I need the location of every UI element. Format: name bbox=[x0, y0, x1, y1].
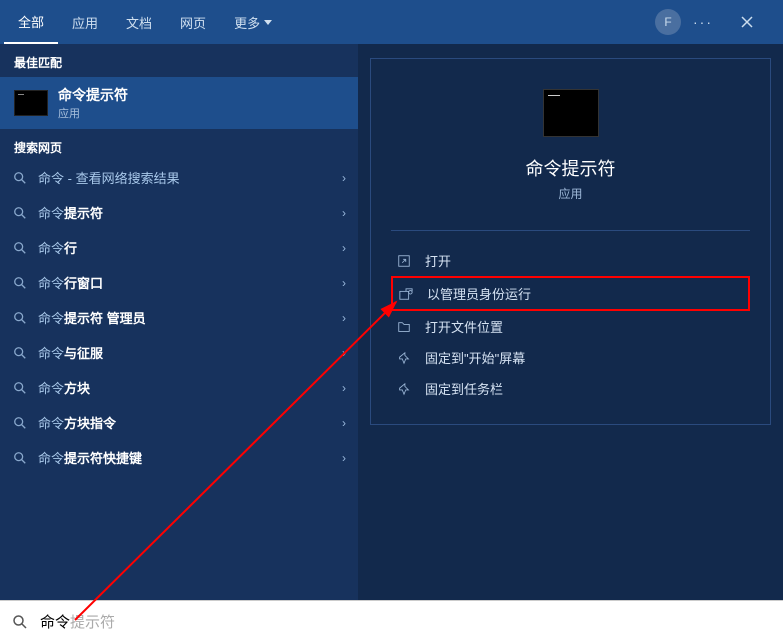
web-result-label: 命令提示符快捷键 bbox=[38, 448, 142, 467]
action-icon bbox=[397, 285, 415, 303]
tab-more[interactable]: 更多 bbox=[220, 0, 286, 44]
best-match-header: 最佳匹配 bbox=[0, 44, 358, 77]
chevron-right-icon: › bbox=[342, 276, 346, 290]
web-result-label: 命令方块指令 bbox=[38, 413, 116, 432]
cmd-icon bbox=[14, 90, 48, 116]
action-label: 以管理员身份运行 bbox=[427, 284, 531, 303]
detail-subtitle: 应用 bbox=[558, 185, 582, 202]
web-result-item[interactable]: 命令行窗口 › bbox=[0, 265, 358, 300]
tab-apps[interactable]: 应用 bbox=[58, 0, 112, 44]
tab-web[interactable]: 网页 bbox=[166, 0, 220, 44]
preview-cmd-icon bbox=[543, 89, 599, 137]
web-result-item[interactable]: 命令行 › bbox=[0, 230, 358, 265]
web-results-list: 命令 - 查看网络搜索结果 › 命令提示符 › 命令行 › 命令行窗口 › 命令提示符 管理员 ›… bbox=[0, 160, 358, 475]
chevron-right-icon: › bbox=[342, 416, 346, 430]
web-result-label: 命令与征服 bbox=[38, 343, 103, 362]
action-pin-to-taskbar[interactable]: 固定到任务栏 bbox=[391, 373, 750, 404]
actions-list: 打开以管理员身份运行打开文件位置固定到"开始"屏幕固定到任务栏 bbox=[391, 230, 750, 404]
web-result-label: 命令提示符 管理员 bbox=[38, 308, 146, 327]
left-panel: 最佳匹配 命令提示符 应用 搜索网页 命令 - 查看网络搜索结果›命令提示符›命… bbox=[0, 44, 358, 600]
right-panel: 命令提示符 应用 打开以管理员身份运行打开文件位置固定到"开始"屏幕固定到任务栏 bbox=[358, 44, 783, 600]
search-icon bbox=[12, 275, 28, 291]
web-result-item[interactable]: 命令提示符 › bbox=[0, 195, 358, 230]
chevron-right-icon: › bbox=[342, 346, 346, 360]
chevron-right-icon: › bbox=[342, 311, 346, 325]
close-icon bbox=[741, 16, 753, 28]
more-options-icon[interactable]: ··· bbox=[693, 14, 713, 30]
action-label: 打开 bbox=[425, 251, 451, 270]
web-result-item[interactable]: 命令提示符 管理员 › bbox=[0, 300, 358, 335]
tab-all[interactable]: 全部 bbox=[4, 0, 58, 44]
web-result-label: 命令方块 bbox=[38, 378, 90, 397]
web-result-item[interactable]: 命令方块指令 › bbox=[0, 405, 358, 440]
detail-card: 命令提示符 应用 打开以管理员身份运行打开文件位置固定到"开始"屏幕固定到任务栏 bbox=[370, 58, 771, 425]
action-open-file-location[interactable]: 打开文件位置 bbox=[391, 311, 750, 342]
search-icon bbox=[12, 345, 28, 361]
best-match-subtitle: 应用 bbox=[58, 105, 128, 121]
avatar[interactable]: F bbox=[655, 9, 681, 35]
best-match-title: 命令提示符 bbox=[58, 85, 128, 105]
action-icon bbox=[395, 252, 413, 270]
search-icon bbox=[12, 380, 28, 396]
action-icon bbox=[395, 349, 413, 367]
search-icon bbox=[12, 205, 28, 221]
chevron-right-icon: › bbox=[342, 171, 346, 185]
search-icon bbox=[12, 614, 30, 630]
web-result-item[interactable]: 命令 - 查看网络搜索结果 › bbox=[0, 160, 358, 195]
web-result-label: 命令 - 查看网络搜索结果 bbox=[38, 168, 180, 187]
action-icon bbox=[395, 318, 413, 336]
search-icon bbox=[12, 240, 28, 256]
web-result-label: 命令提示符 bbox=[38, 203, 103, 222]
web-search-header: 搜索网页 bbox=[0, 129, 358, 160]
action-label: 打开文件位置 bbox=[425, 317, 503, 336]
chevron-right-icon: › bbox=[342, 451, 346, 465]
action-label: 固定到任务栏 bbox=[425, 379, 503, 398]
action-label: 固定到"开始"屏幕 bbox=[425, 348, 525, 367]
search-icon bbox=[12, 450, 28, 466]
best-match-item[interactable]: 命令提示符 应用 bbox=[0, 77, 358, 129]
action-icon bbox=[395, 380, 413, 398]
chevron-right-icon: › bbox=[342, 206, 346, 220]
top-tabs: 全部 应用 文档 网页 更多 F ··· bbox=[0, 0, 783, 44]
search-input[interactable]: 命令提示符 bbox=[40, 611, 115, 632]
chevron-right-icon: › bbox=[342, 381, 346, 395]
search-icon bbox=[12, 415, 28, 431]
action-pin-to-start[interactable]: 固定到"开始"屏幕 bbox=[391, 342, 750, 373]
web-result-item[interactable]: 命令提示符快捷键 › bbox=[0, 440, 358, 475]
chevron-right-icon: › bbox=[342, 241, 346, 255]
web-result-label: 命令行窗口 bbox=[38, 273, 103, 292]
tab-docs[interactable]: 文档 bbox=[112, 0, 166, 44]
action-open[interactable]: 打开 bbox=[391, 245, 750, 276]
search-bar[interactable]: 命令提示符 bbox=[0, 600, 783, 642]
search-icon bbox=[12, 170, 28, 186]
close-button[interactable] bbox=[725, 0, 769, 44]
web-result-label: 命令行 bbox=[38, 238, 77, 257]
detail-title: 命令提示符 bbox=[526, 155, 616, 181]
action-run-as-admin[interactable]: 以管理员身份运行 bbox=[391, 276, 750, 311]
web-result-item[interactable]: 命令与征服 › bbox=[0, 335, 358, 370]
web-result-item[interactable]: 命令方块 › bbox=[0, 370, 358, 405]
search-icon bbox=[12, 310, 28, 326]
